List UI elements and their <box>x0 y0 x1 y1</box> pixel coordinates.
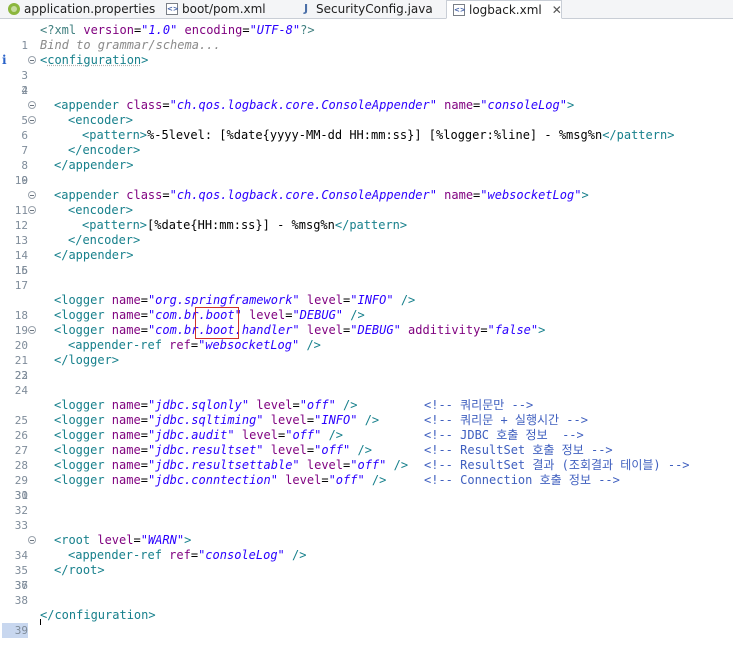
line-number: 4 <box>21 84 28 97</box>
line-number: 23 <box>14 369 28 382</box>
fold-toggle-icon[interactable] <box>28 191 36 199</box>
close-icon[interactable]: ✕ <box>552 3 561 17</box>
code-line: 3 <box>0 68 733 83</box>
tab-label: application.properties <box>24 2 156 16</box>
code-token: "1.0" <box>141 23 178 37</box>
code-line: 10 <box>0 173 733 188</box>
code-line: 21 <appender-ref ref="websocketLog" /> <box>0 338 733 367</box>
code-line: 23 <box>0 368 733 383</box>
code-line: 33 <box>0 518 733 533</box>
line-number: 3 <box>21 69 28 82</box>
code-line: 5 <appender class="ch.qos.logback.core.C… <box>0 98 733 127</box>
fold-toggle-icon[interactable] <box>28 101 36 109</box>
tab-label: SecurityConfig.java <box>316 2 433 16</box>
line-number: 33 <box>14 519 28 532</box>
code-line: 20 <logger name="com.br.boot.handler" le… <box>0 323 733 352</box>
code-comment: <!-- ResultSet 호출 정보 --> <box>424 443 613 457</box>
code-line: 25 <logger name="jdbc.sqlonly" level="of… <box>0 398 733 427</box>
code-line: 11 <appender class="ch.qos.logback.core.… <box>0 188 733 217</box>
line-number: 10 <box>14 174 28 187</box>
line-number: 16 <box>14 264 28 277</box>
code-line: 12 <encoder> <box>0 203 733 232</box>
tab-application-properties[interactable]: application.properties <box>2 0 158 18</box>
code-line: 28 <logger name="jdbc.resultset" level="… <box>0 443 733 472</box>
code-token: "UTF-8" <box>249 23 301 37</box>
code-line: 36 </root> <box>0 563 733 592</box>
code-line: 27 <logger name="jdbc.audit" level="off"… <box>0 428 733 457</box>
code-line: 32 <box>0 503 733 518</box>
line-number: 24 <box>14 384 28 397</box>
line-number: 39 <box>2 623 28 638</box>
tab-label: boot/pom.xml <box>182 2 266 16</box>
fold-toggle-icon[interactable] <box>28 56 36 64</box>
fold-toggle-icon[interactable] <box>28 206 36 214</box>
code-token: encoding <box>177 23 243 37</box>
code-line: 7 <pattern>%-5level: [%date{yyyy-MM-dd H… <box>0 128 733 157</box>
line-number: 32 <box>14 504 28 517</box>
code-line: 30 <logger name="jdbc.conntection" level… <box>0 473 733 502</box>
fold-toggle-icon[interactable] <box>28 116 36 124</box>
code-line: 16 <box>0 263 733 278</box>
tab-security-config-java[interactable]: J SecurityConfig.java <box>294 0 434 18</box>
info-icon[interactable]: i <box>2 54 10 67</box>
code-line: 24 <box>0 383 733 398</box>
code-line: 35 <appender-ref ref="consoleLog" /> <box>0 548 733 577</box>
fold-toggle-icon[interactable] <box>28 326 36 334</box>
code-line: 9 </appender> <box>0 158 733 187</box>
xml-file-icon: <> <box>453 3 466 16</box>
tab-pom-xml[interactable]: <> boot/pom.xml <box>160 0 284 18</box>
tab-logback-xml[interactable]: <> logback.xml ✕ <box>446 0 562 19</box>
code-line: 37 <box>0 578 733 593</box>
tab-label: logback.xml <box>469 2 542 17</box>
code-line: 15 </appender> <box>0 248 733 277</box>
xml-file-icon: <> <box>166 3 179 15</box>
code-line: 13 <pattern>[%date{HH:mm:ss}] - %msg%n</… <box>0 218 733 247</box>
bind-grammar-hint[interactable]: Bind to grammar/schema... <box>40 38 221 53</box>
code-line: 19 <logger name="com.br.boot" level="DEB… <box>0 308 733 337</box>
line-number: 37 <box>14 579 28 592</box>
code-line: i 2 <configuration> <box>2 53 149 97</box>
code-token: <?xml <box>40 23 84 37</box>
code-comment: <!-- JDBC 호출 정보 --> <box>424 428 584 442</box>
java-file-icon: J <box>303 2 309 15</box>
code-line: 6 <encoder> <box>0 113 733 142</box>
code-comment: <!-- 쿼리문만 --> <box>424 398 534 412</box>
code-line: 8 </encoder> <box>0 143 733 172</box>
code-line: 14 </encoder> <box>0 233 733 262</box>
grammar-hint-line: Bind to grammar/schema... <box>0 38 733 53</box>
line-number: 38 <box>14 594 28 607</box>
code-line: 39 </configuration> <box>0 608 733 638</box>
code-token: ?> <box>300 23 315 37</box>
editor-tab-bar: application.properties <> boot/pom.xml J… <box>0 0 733 19</box>
code-token: = <box>242 23 250 37</box>
line-number: 31 <box>14 489 28 502</box>
code-line: 29 <logger name="jdbc.resultsettable" le… <box>0 458 733 487</box>
code-comment: <!-- ResultSet 결과 (조회결과 테이블) --> <box>424 458 690 472</box>
code-line: 18 <logger name="org.springframework" le… <box>0 293 733 322</box>
code-line: 34 <root level="WARN"> <box>0 533 733 562</box>
code-token: version <box>83 23 134 37</box>
properties-file-icon <box>8 3 20 15</box>
code-line: 4 <box>0 83 733 98</box>
code-line: 1 <?xml version="1.0" encoding="UTF-8"?> <box>0 23 733 52</box>
code-comment: <!-- Connection 호출 정보 --> <box>424 473 620 487</box>
code-line: 31 <box>0 488 733 503</box>
line-number: 17 <box>14 279 28 292</box>
fold-toggle-icon[interactable] <box>28 536 36 544</box>
annotation-highlight-box <box>195 307 239 339</box>
text-caret <box>40 619 41 625</box>
code-line: 26 <logger name="jdbc.sqltiming" level="… <box>0 413 733 442</box>
xml-editor[interactable]: 1 <?xml version="1.0" encoding="UTF-8"?>… <box>0 19 733 638</box>
code-line: 38 <box>0 593 733 608</box>
code-line: 17 <box>0 278 733 293</box>
code-line: 22 </logger> <box>0 353 733 382</box>
code-comment: <!-- 쿼리문 + 실행시간 --> <box>424 413 588 427</box>
